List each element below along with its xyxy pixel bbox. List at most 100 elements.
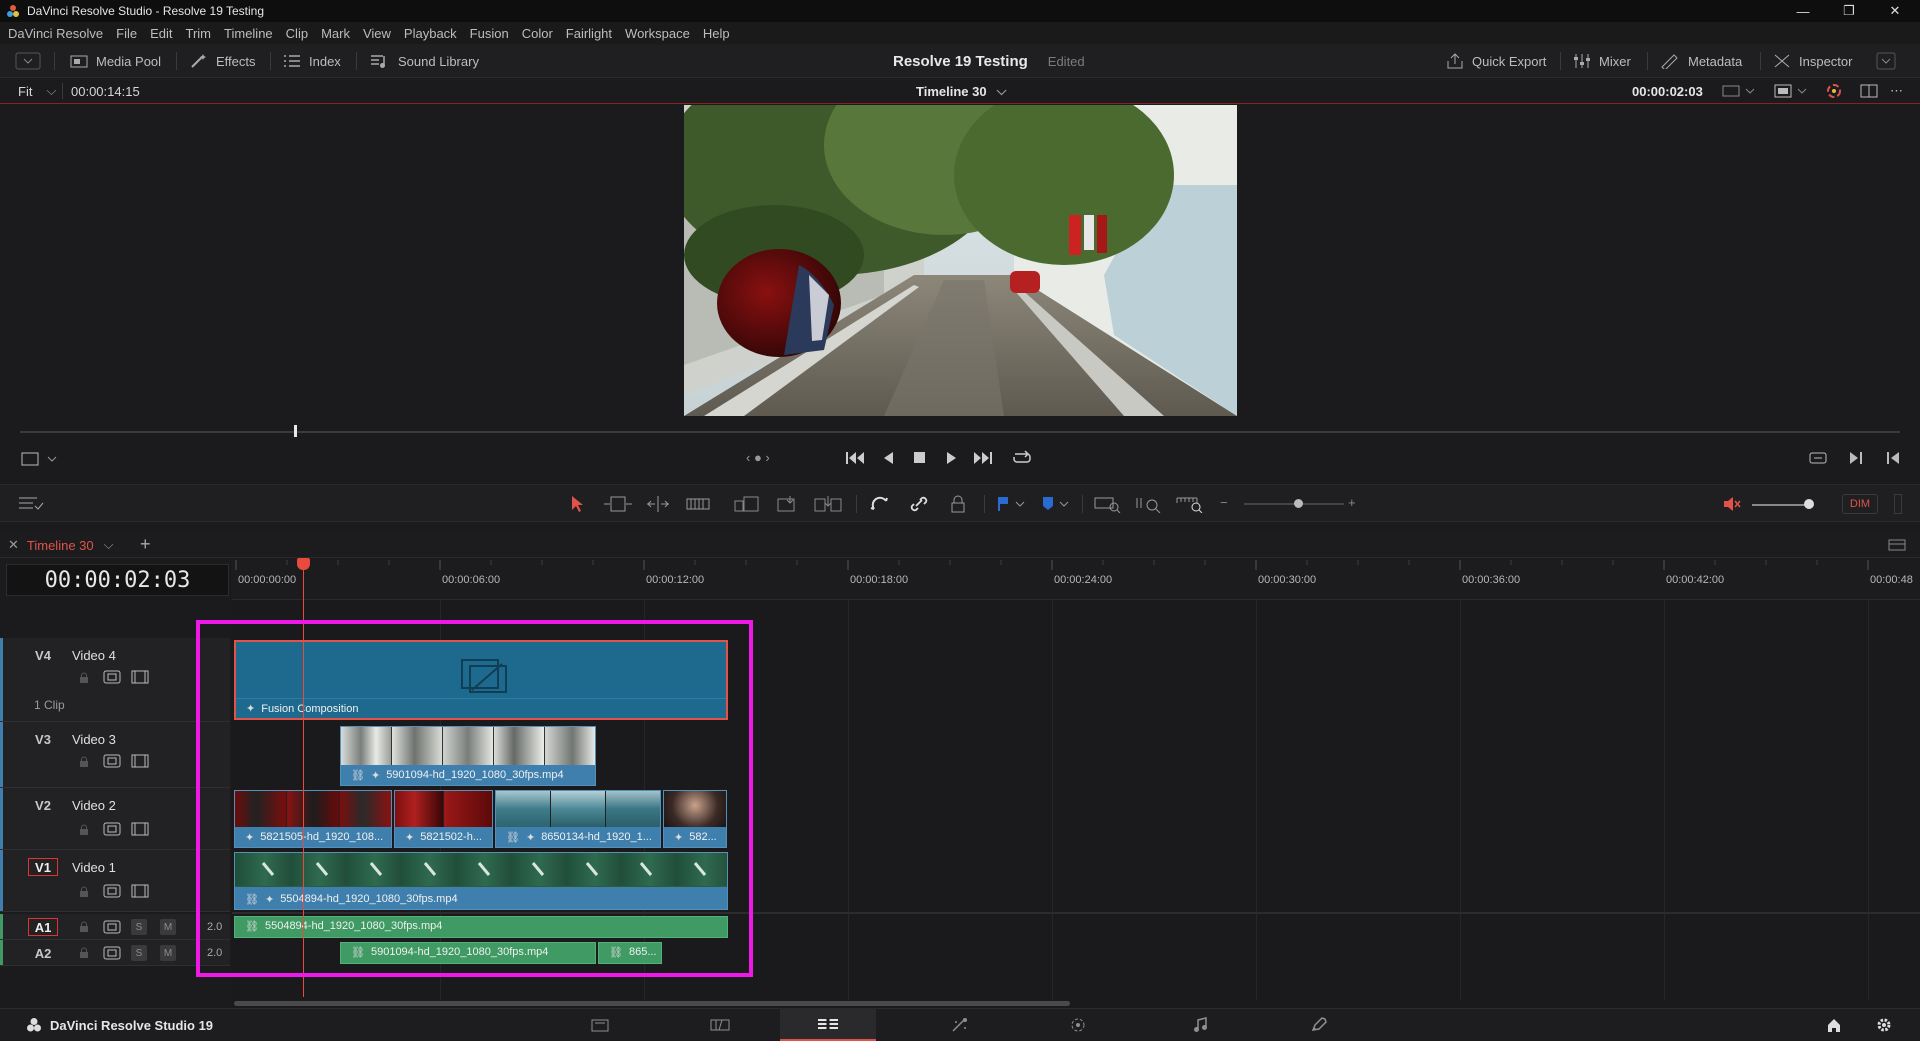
zoom-out-button[interactable]: − bbox=[1220, 495, 1228, 510]
mixer-button[interactable]: Mixer bbox=[1573, 44, 1631, 78]
dual-viewer-button[interactable] bbox=[1860, 78, 1878, 104]
zoom-detail-button[interactable] bbox=[1136, 495, 1164, 513]
timeline-panel-toggle[interactable] bbox=[1888, 538, 1906, 552]
flag-button[interactable] bbox=[996, 495, 1026, 513]
viewer-scrub-bar[interactable] bbox=[20, 431, 1900, 433]
dynamic-trim-button[interactable] bbox=[645, 495, 671, 513]
menu-mark[interactable]: Mark bbox=[321, 26, 350, 41]
timeline-horizontal-scrollbar[interactable] bbox=[232, 1000, 1920, 1008]
menu-color[interactable]: Color bbox=[522, 26, 553, 41]
viewer-clip-button[interactable] bbox=[1774, 78, 1808, 104]
zoom-full-extent-button[interactable] bbox=[1094, 495, 1122, 513]
timeline-ruler[interactable]: 00:00:00:00 00:00:06:00 00:00:12:00 00:0… bbox=[232, 560, 1920, 600]
viewer-mode-button[interactable] bbox=[20, 450, 60, 468]
auto-select-icon[interactable] bbox=[103, 670, 121, 684]
menu-playback[interactable]: Playback bbox=[404, 26, 457, 41]
home-button[interactable] bbox=[1826, 1017, 1842, 1033]
insert-clip-button[interactable] bbox=[734, 495, 762, 513]
menu-edit[interactable]: Edit bbox=[150, 26, 172, 41]
track-lock-icon[interactable] bbox=[78, 886, 90, 898]
stop-button[interactable] bbox=[913, 450, 927, 466]
quick-export-button[interactable]: Quick Export bbox=[1446, 44, 1546, 78]
close-button[interactable]: ✕ bbox=[1872, 0, 1918, 22]
volume-handle[interactable] bbox=[1804, 499, 1814, 509]
mute-track-button[interactable]: M bbox=[160, 919, 176, 935]
dim-button[interactable]: DIM bbox=[1842, 494, 1878, 514]
page-fairlight-button[interactable] bbox=[1152, 1009, 1248, 1041]
auto-select-icon[interactable] bbox=[103, 920, 121, 934]
zoom-custom-button[interactable] bbox=[1176, 495, 1204, 513]
play-reverse-button[interactable] bbox=[882, 450, 896, 466]
track-video-toggle-icon[interactable] bbox=[131, 884, 149, 898]
play-button[interactable] bbox=[944, 450, 958, 466]
zoom-dropdown[interactable]: Fit ⌵ bbox=[18, 78, 56, 104]
menu-help[interactable]: Help bbox=[703, 26, 730, 41]
scrollbar-thumb[interactable] bbox=[234, 1001, 1070, 1006]
trim-tool-button[interactable] bbox=[603, 495, 633, 513]
page-cut-button[interactable] bbox=[672, 1009, 768, 1041]
solo-button[interactable]: S bbox=[131, 945, 147, 961]
page-fusion-button[interactable] bbox=[912, 1009, 1008, 1041]
loop-button[interactable] bbox=[1011, 450, 1033, 466]
linked-selection-button[interactable] bbox=[909, 495, 929, 513]
track-lock-icon[interactable] bbox=[78, 921, 90, 933]
track-video-toggle-icon[interactable] bbox=[131, 670, 149, 684]
auto-select-icon[interactable] bbox=[103, 946, 121, 960]
track-lock-icon[interactable] bbox=[78, 824, 90, 836]
solo-button[interactable]: S bbox=[131, 919, 147, 935]
menu-trim[interactable]: Trim bbox=[186, 26, 212, 41]
menu-fusion[interactable]: Fusion bbox=[470, 26, 509, 41]
page-media-button[interactable] bbox=[552, 1009, 648, 1041]
volume-slider[interactable] bbox=[1752, 504, 1808, 506]
toolbar-expand-button[interactable] bbox=[1876, 44, 1904, 78]
go-to-end-button[interactable] bbox=[973, 450, 995, 466]
menu-davinci-resolve[interactable]: DaVinci Resolve bbox=[8, 26, 103, 41]
add-timeline-button[interactable]: + bbox=[140, 534, 151, 555]
blade-tool-button[interactable] bbox=[686, 495, 710, 513]
snapping-button[interactable] bbox=[870, 495, 890, 513]
timeline-view-options-button[interactable] bbox=[18, 495, 44, 511]
track-video-toggle-icon[interactable] bbox=[131, 754, 149, 768]
auto-select-icon[interactable] bbox=[103, 822, 121, 836]
auto-select-icon[interactable] bbox=[103, 884, 121, 898]
position-lock-button[interactable] bbox=[950, 495, 966, 513]
viewer-frame[interactable] bbox=[684, 105, 1237, 416]
media-pool-button[interactable]: Media Pool bbox=[70, 44, 161, 78]
viewer-overlay-button[interactable] bbox=[1722, 78, 1756, 104]
match-frame-button[interactable] bbox=[1808, 450, 1828, 466]
effects-button[interactable]: Effects bbox=[190, 44, 256, 78]
page-deliver-button[interactable] bbox=[1270, 1009, 1366, 1041]
menu-fairlight[interactable]: Fairlight bbox=[566, 26, 612, 41]
previous-edit-button[interactable] bbox=[1885, 450, 1901, 466]
menu-file[interactable]: File bbox=[116, 26, 137, 41]
minimize-button[interactable]: — bbox=[1780, 0, 1826, 22]
restore-button[interactable]: ❐ bbox=[1826, 0, 1872, 22]
track-lock-icon[interactable] bbox=[78, 672, 90, 684]
track-video-toggle-icon[interactable] bbox=[131, 822, 149, 836]
track-lock-icon[interactable] bbox=[78, 756, 90, 768]
viewer-scrub-head[interactable] bbox=[294, 425, 297, 437]
menu-clip[interactable]: Clip bbox=[286, 26, 308, 41]
marker-button[interactable] bbox=[1040, 495, 1070, 513]
close-tab-icon[interactable]: ✕ bbox=[8, 537, 19, 553]
playhead-handle[interactable] bbox=[297, 558, 310, 570]
menu-view[interactable]: View bbox=[363, 26, 391, 41]
zoom-in-button[interactable]: + bbox=[1348, 495, 1356, 510]
settings-button[interactable] bbox=[1876, 1017, 1892, 1033]
jog-control[interactable]: ‹ ● › bbox=[746, 450, 770, 465]
track-lock-icon[interactable] bbox=[78, 947, 90, 959]
timeline-tab[interactable]: ✕ Timeline 30 ⌵ bbox=[0, 532, 126, 558]
inspector-button[interactable]: Inspector bbox=[1773, 44, 1852, 78]
menu-workspace[interactable]: Workspace bbox=[625, 26, 690, 41]
selection-tool-button[interactable] bbox=[570, 495, 584, 513]
sound-library-button[interactable]: Sound Library bbox=[370, 44, 479, 78]
index-button[interactable]: Index bbox=[283, 44, 341, 78]
panel-toggle-button[interactable] bbox=[14, 44, 52, 78]
page-edit-button[interactable] bbox=[780, 1009, 876, 1041]
page-color-button[interactable] bbox=[1030, 1009, 1126, 1041]
color-wheel-button[interactable] bbox=[1826, 78, 1842, 104]
auto-select-icon[interactable] bbox=[103, 754, 121, 768]
next-edit-button[interactable] bbox=[1848, 450, 1864, 466]
timeline-zoom-handle[interactable] bbox=[1294, 499, 1303, 508]
go-to-start-button[interactable] bbox=[845, 450, 865, 466]
